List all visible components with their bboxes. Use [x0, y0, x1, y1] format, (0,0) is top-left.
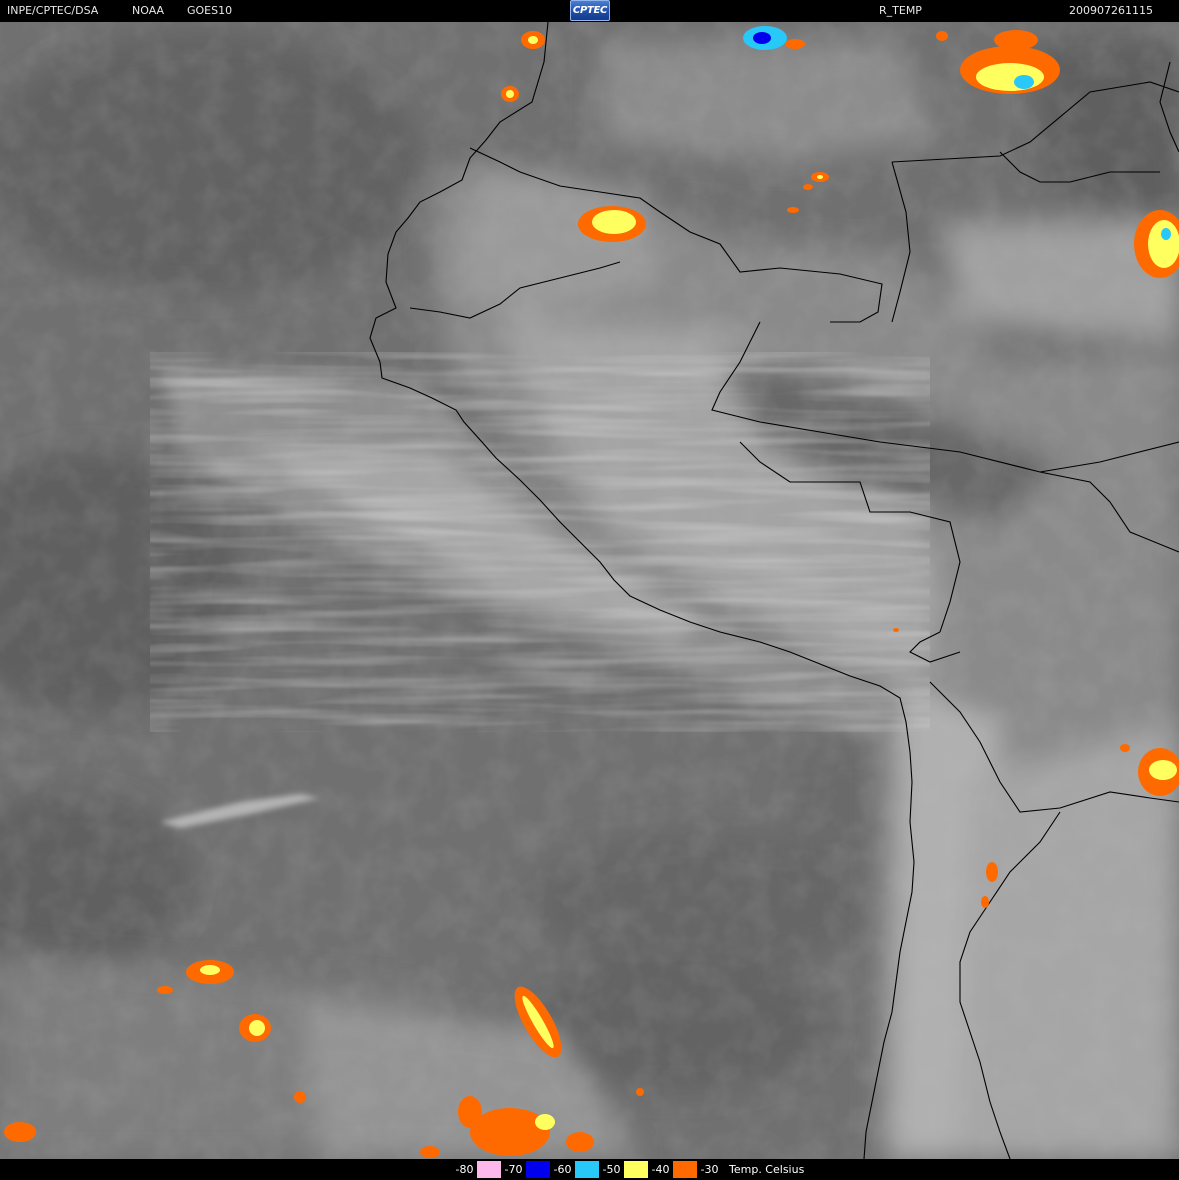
- legend-item: -30: [697, 1161, 722, 1178]
- source-label: NOAA: [132, 4, 165, 17]
- legend-label: -80: [452, 1161, 477, 1178]
- legend-item: -40: [648, 1161, 697, 1178]
- satellite-image[interactable]: [0, 22, 1179, 1159]
- legend-swatch: [624, 1161, 648, 1178]
- legend-swatch: [477, 1161, 501, 1178]
- cptec-logo: CPTEC: [570, 0, 610, 21]
- footer-bar: -80 -70 -60 -50 -40 -30 Temp. Celsius: [0, 1159, 1179, 1180]
- legend-label: -60: [550, 1161, 575, 1178]
- legend-item: -60: [550, 1161, 599, 1178]
- legend-item: -50: [599, 1161, 648, 1178]
- satellite-label: GOES10: [187, 4, 233, 17]
- legend-item: -70: [501, 1161, 550, 1178]
- legend-label: -40: [648, 1161, 673, 1178]
- legend-swatch: [673, 1161, 697, 1178]
- agency-label: INPE/CPTEC/DSA: [7, 4, 99, 17]
- storm-cell-north-1: [521, 31, 545, 49]
- product-label: R_TEMP: [879, 4, 922, 17]
- legend-swatch: [526, 1161, 550, 1178]
- satellite-map-svg: [0, 22, 1179, 1159]
- legend-label: -70: [501, 1161, 526, 1178]
- timestamp-label: 200907261115: [1069, 4, 1153, 17]
- temperature-legend: -80 -70 -60 -50 -40 -30 Temp. Celsius: [452, 1161, 804, 1178]
- storm-cell-colombia: [578, 206, 646, 242]
- cloud-texture: [0, 22, 1179, 1159]
- storm-cell-north-2: [501, 86, 519, 102]
- legend-label: -30: [697, 1161, 722, 1178]
- legend-label: -50: [599, 1161, 624, 1178]
- legend-swatch: [575, 1161, 599, 1178]
- legend-item: -80: [452, 1161, 501, 1178]
- header-bar: INPE/CPTEC/DSA NOAA GOES10 CPTEC R_TEMP …: [0, 0, 1179, 22]
- legend-title: Temp. Celsius: [729, 1163, 805, 1176]
- logo-text: CPTEC: [572, 5, 608, 16]
